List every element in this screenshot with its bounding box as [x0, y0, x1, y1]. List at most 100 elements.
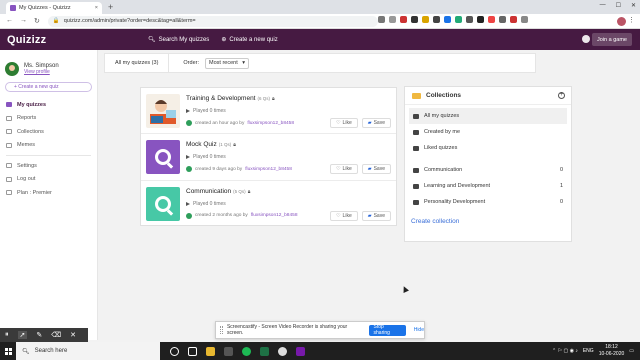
bell-icon[interactable] [582, 35, 590, 43]
quizizz-q-icon [155, 195, 171, 212]
file-explorer-icon[interactable] [206, 346, 215, 356]
extension-icon[interactable] [455, 16, 462, 23]
app-header: Quizizz 🔍︎ Search My quizzes ⊕ Create a … [0, 29, 640, 50]
task-view-icon[interactable] [188, 346, 197, 356]
collection-item-learning-and-development[interactable]: Learning and Development 1 [405, 178, 571, 194]
question-count: (1 Qs) [218, 142, 232, 148]
quiz-title[interactable]: Communication (5 Qs) 🔒︎ [186, 188, 250, 195]
collection-item-communication[interactable]: Communication 0 [405, 162, 571, 178]
new-tab-button[interactable]: + [108, 2, 113, 12]
pen-icon[interactable]: ✎ [36, 331, 42, 339]
maximize-button[interactable]: ☐ [616, 2, 621, 9]
spotify-icon[interactable] [242, 346, 251, 356]
author-link[interactable]: fluxsimpson12_b8458 [245, 167, 292, 172]
cortana-icon[interactable] [170, 346, 179, 356]
user-profile[interactable]: Ms. Simpson View profile [0, 50, 97, 76]
browser-menu-icon[interactable]: ⋮ [628, 16, 635, 24]
taskbar-search[interactable]: 🔍︎ Search here [16, 342, 160, 360]
stop-sharing-button[interactable]: Stop sharing [368, 324, 406, 336]
chrome-icon[interactable] [278, 346, 287, 356]
clock[interactable]: 18:12 10-06-2020 [599, 344, 625, 357]
save-label: Save [373, 212, 385, 219]
notifications-icon[interactable]: ▭ [629, 348, 634, 354]
taskbar-search-placeholder: Search here [34, 348, 68, 354]
quiz-card[interactable]: Mock Quiz (1 Qs) 🔒︎ Played 0 times creat… [141, 134, 396, 181]
like-button[interactable]: ♡ Like [330, 164, 358, 175]
sidebar-item-settings[interactable]: Settings [0, 159, 97, 173]
url-field[interactable]: 🔒 quizizz.com/admin/private?order=desc&t… [47, 15, 378, 27]
search-quizzes-link[interactable]: 🔍︎ Search My quizzes [148, 36, 209, 44]
tab-all-my-quizzes[interactable]: All my quizzes (3) [105, 53, 170, 73]
like-label: Like [342, 120, 352, 126]
sidebar-item-reports[interactable]: Reports [0, 112, 97, 126]
minimize-button[interactable]: — [600, 2, 606, 9]
extension-icon[interactable] [411, 16, 418, 23]
extension-icon[interactable] [521, 16, 528, 23]
quizizz-logo[interactable]: Quizizz [0, 34, 148, 46]
drag-handle-icon[interactable] [220, 326, 223, 334]
author-link[interactable]: fluxsimpson12_b8458 [251, 213, 298, 218]
extension-icon[interactable] [433, 16, 440, 23]
like-button[interactable]: ♡ Like [330, 210, 358, 221]
browser-tab[interactable]: My Quizzes - Quizizz × [6, 2, 102, 14]
extension-icon[interactable] [499, 16, 506, 23]
sidebar-item-memes[interactable]: Memes [0, 139, 97, 153]
folder-icon [412, 92, 421, 99]
close-icon[interactable]: ✕ [70, 331, 76, 339]
sidebar-item-collections[interactable]: Collections [0, 125, 97, 139]
collection-item-all-my-quizzes[interactable]: All my quizzes [409, 108, 567, 124]
quiz-title[interactable]: Mock Quiz (1 Qs) 🔒︎ [186, 141, 236, 148]
eraser-icon[interactable]: ⌫ [51, 331, 61, 339]
start-button[interactable] [0, 342, 16, 360]
author-link[interactable]: fluxsimpson12_b8458 [247, 121, 294, 126]
pause-icon[interactable]: ⏸ [5, 331, 9, 339]
close-window-button[interactable]: ✕ [631, 2, 636, 9]
quiz-card[interactable]: Training & Development (6 Qs) 🔒︎ Played … [141, 88, 396, 135]
save-button[interactable]: ▰ Save [361, 118, 391, 128]
extension-icon[interactable] [510, 16, 517, 23]
forward-arrow-icon[interactable]: → [20, 17, 27, 25]
add-collection-icon[interactable]: + [558, 92, 565, 99]
extension-icon[interactable] [466, 16, 473, 23]
sidebar-item-logout[interactable]: Log out [0, 173, 97, 187]
app-icon[interactable] [224, 346, 233, 356]
order-select[interactable]: Most recent ▾ [205, 57, 249, 69]
extension-icon[interactable] [444, 16, 451, 23]
extension-icon[interactable] [477, 16, 484, 23]
quiz-card[interactable]: Communication (5 Qs) 🔒︎ Played 0 times c… [141, 181, 396, 227]
save-button[interactable]: ▰ Save [361, 210, 391, 221]
language-indicator[interactable]: ENG [583, 348, 594, 354]
create-new-quiz-button[interactable]: + Create a new quiz [5, 82, 92, 92]
collection-item-liked-quizzes[interactable]: Liked quizzes [405, 140, 571, 156]
create-collection-link[interactable]: Create collection [405, 210, 571, 225]
star-icon[interactable] [389, 16, 396, 23]
reload-icon[interactable]: ↻ [34, 17, 40, 25]
gear-icon [6, 163, 12, 169]
save-button[interactable]: ▰ Save [361, 164, 391, 175]
folder-icon [413, 183, 419, 189]
extension-icon[interactable] [400, 16, 407, 23]
collection-item-created-by-me[interactable]: Created by me [405, 124, 571, 140]
collection-item-personality-development[interactable]: Personality Development 0 [405, 194, 571, 210]
back-arrow-icon[interactable]: ← [6, 17, 13, 25]
sidebar-item-my-quizzes[interactable]: My quizzes [0, 98, 97, 112]
excel-icon[interactable] [260, 346, 269, 356]
sidebar-item-plan[interactable]: Plan : Premier [0, 186, 97, 200]
extension-icon[interactable] [422, 16, 429, 23]
create-quiz-link[interactable]: ⊕ Create a new quiz [221, 36, 277, 44]
hide-button[interactable]: Hide [414, 327, 424, 333]
tab-close-icon[interactable]: × [95, 5, 98, 11]
save-folder-icon: ▰ [367, 166, 372, 173]
folder-icon [413, 129, 419, 135]
browser-tab-strip: My Quizzes - Quizizz × + — ☐ ✕ [0, 0, 640, 14]
search-icon[interactable] [378, 16, 385, 23]
like-button[interactable]: ♡ Like [330, 118, 358, 128]
join-game-button[interactable]: Join a game [592, 33, 632, 46]
profile-avatar[interactable] [617, 17, 626, 26]
onenote-icon[interactable] [296, 346, 305, 356]
tray-icons[interactable]: ⌃ ⚐ ▢ ◉ ♪ [552, 348, 578, 354]
view-profile-link[interactable]: View profile [24, 69, 59, 75]
extension-icon[interactable] [488, 16, 495, 23]
quiz-title[interactable]: Training & Development (6 Qs) 🔒︎ [186, 95, 275, 102]
cursor-tool-icon[interactable]: ➚ [17, 331, 28, 339]
